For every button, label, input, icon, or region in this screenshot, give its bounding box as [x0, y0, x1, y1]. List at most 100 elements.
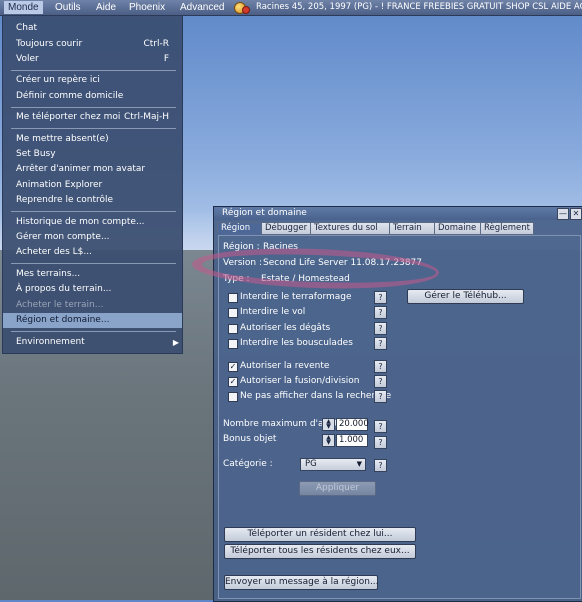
- menu-item-mes-terrains[interactable]: Mes terrains...: [3, 267, 182, 282]
- category-label: Catégorie :: [223, 459, 273, 469]
- menu-item-chat[interactable]: Chat: [3, 21, 182, 36]
- type-value: Estate / Homestead: [261, 274, 350, 284]
- menu-item-animation-explorer[interactable]: Animation Explorer: [3, 178, 182, 193]
- checkbox-label: Autoriser les dégâts: [240, 323, 331, 333]
- menu-item-historique-compte[interactable]: Historique de mon compte...: [3, 215, 182, 230]
- menu-outils[interactable]: Outils: [51, 1, 85, 14]
- menu-item-set-busy[interactable]: Set Busy: [3, 147, 182, 162]
- menu-separator: [11, 211, 176, 212]
- manage-telehub-button[interactable]: Gérer le Téléhub...: [407, 289, 524, 304]
- tab-textures-du-sol[interactable]: Textures du sol: [310, 222, 390, 235]
- no-push-icon[interactable]: [242, 6, 250, 14]
- max-avatars-label: Nombre maximum d'avat: [223, 419, 338, 429]
- version-value: Second Life Server 11.08.17.23877: [263, 258, 423, 268]
- teleport-resident-home-button[interactable]: Téléporter un résident chez lui...: [224, 527, 416, 542]
- checkbox-interdire-vol[interactable]: [228, 308, 238, 318]
- menu-item-label: Créer un repère ici: [16, 75, 100, 85]
- menu-item-label: Mes terrains...: [16, 269, 81, 279]
- menu-aide[interactable]: Aide: [92, 1, 120, 14]
- menu-item-toujours-courir[interactable]: Toujours courir Ctrl-R: [3, 37, 182, 52]
- menu-item-arreter-animer[interactable]: Arrêter d'animer mon avatar: [3, 162, 182, 177]
- menu-item-label: Set Busy: [16, 149, 56, 159]
- help-icon[interactable]: ?: [374, 306, 387, 319]
- menu-advanced[interactable]: Advanced: [176, 1, 228, 14]
- menu-item-teleporter-chez-moi[interactable]: Me téléporter chez moi Ctrl-Maj-H: [3, 110, 182, 125]
- send-region-message-button[interactable]: Envoyer un message à la région...: [224, 575, 379, 590]
- apply-button[interactable]: Appliquer: [299, 481, 376, 496]
- menu-separator: [11, 70, 176, 71]
- max-avatars-stepper[interactable]: ▲ ▼: [322, 418, 335, 431]
- bonus-objet-input[interactable]: 1.000: [336, 434, 368, 447]
- version-label: Version :: [223, 258, 262, 268]
- bonus-objet-stepper[interactable]: ▲ ▼: [322, 434, 335, 447]
- checkbox-ne-pas-afficher-recherche[interactable]: [228, 392, 238, 402]
- minimize-icon[interactable]: —: [557, 208, 569, 220]
- tab-reglement[interactable]: Règlement: [480, 222, 534, 235]
- help-icon[interactable]: ?: [374, 375, 387, 388]
- tab-region[interactable]: Région: [217, 222, 262, 235]
- menu-item-a-propos-terrain[interactable]: À propos du terrain...: [3, 282, 182, 297]
- help-icon[interactable]: ?: [374, 291, 387, 304]
- menu-separator: [11, 107, 176, 108]
- menu-item-absent[interactable]: Me mettre absent(e): [3, 132, 182, 147]
- menu-item-label: Environnement: [16, 337, 85, 347]
- menu-item-creer-repere[interactable]: Créer un repère ici: [3, 73, 182, 88]
- menu-item-gerer-compte[interactable]: Gérer mon compte...: [3, 230, 182, 245]
- menu-item-environnement[interactable]: Environnement ▶: [3, 335, 182, 350]
- menu-item-label: Acheter le terrain...: [16, 300, 104, 310]
- monde-menu-dropdown: Chat Toujours courir Ctrl-R Voler F Créer …: [2, 16, 183, 354]
- menu-item-label: Reprendre le contrôle: [16, 195, 114, 205]
- menu-item-label: Historique de mon compte...: [16, 217, 145, 227]
- tab-terrain[interactable]: Terrain: [389, 222, 435, 235]
- menu-item-shortcut: F: [163, 54, 169, 64]
- help-icon[interactable]: ?: [374, 360, 387, 373]
- menu-separator: [11, 263, 176, 264]
- help-icon[interactable]: ?: [374, 322, 387, 335]
- checkbox-interdire-terraformage[interactable]: [228, 293, 238, 303]
- menu-item-definir-domicile[interactable]: Définir comme domicile: [3, 89, 182, 104]
- tab-debugger[interactable]: Débugger: [261, 222, 311, 235]
- help-icon[interactable]: ?: [374, 459, 387, 472]
- help-icon[interactable]: ?: [374, 436, 387, 449]
- checkbox-label: Ne pas afficher dans la recherche: [240, 391, 392, 401]
- checkbox-label: Interdire les bousculades: [240, 338, 353, 348]
- menu-item-label: Animation Explorer: [16, 180, 103, 190]
- menu-item-acheter-ls[interactable]: Acheter des L$...: [3, 245, 182, 260]
- category-value: PG: [305, 459, 317, 469]
- menu-item-label: Acheter des L$...: [16, 247, 92, 257]
- help-icon[interactable]: ?: [374, 337, 387, 350]
- checkbox-label: Autoriser la revente: [240, 361, 330, 371]
- menu-item-voler[interactable]: Voler F: [3, 52, 182, 67]
- menu-item-label: Chat: [16, 23, 38, 33]
- max-avatars-input[interactable]: 20.000: [336, 418, 369, 431]
- checkbox-autoriser-fusion-division[interactable]: ✓: [228, 377, 238, 387]
- menu-item-shortcut: Ctrl-R: [143, 39, 169, 49]
- teleport-all-residents-home-button[interactable]: Téléporter tous les résidents chez eux..…: [224, 544, 416, 559]
- menu-item-label: Toujours courir: [16, 39, 83, 49]
- close-icon[interactable]: ✕: [570, 208, 582, 220]
- help-icon[interactable]: ?: [374, 420, 387, 433]
- checkbox-label: Autoriser la fusion/division: [240, 376, 360, 386]
- menu-item-label: Région et domaine...: [16, 315, 110, 325]
- menu-item-label: Voler: [16, 54, 39, 64]
- checkbox-interdire-bousculades[interactable]: [228, 339, 238, 349]
- checkbox-autoriser-degats[interactable]: [228, 324, 238, 334]
- menu-item-label: Arrêter d'animer mon avatar: [16, 164, 146, 174]
- menu-phoenix[interactable]: Phoenix: [125, 1, 169, 14]
- help-icon[interactable]: ?: [374, 390, 387, 403]
- bonus-objet-label: Bonus objet: [223, 434, 277, 444]
- checkbox-label: Interdire le terraformage: [240, 292, 352, 302]
- menu-item-acheter-terrain[interactable]: Acheter le terrain...: [3, 298, 182, 313]
- category-dropdown[interactable]: PG ▼: [300, 458, 366, 471]
- region-label: Région :: [223, 242, 260, 252]
- menu-item-label: Définir comme domicile: [16, 91, 124, 101]
- menu-item-reprendre-controle[interactable]: Reprendre le contrôle: [3, 193, 182, 208]
- tab-domaine[interactable]: Domaine: [434, 222, 481, 235]
- menu-monde[interactable]: Monde: [4, 1, 43, 14]
- location-status-text[interactable]: Racines 45, 205, 1997 (PG) - ! FRANCE FR…: [256, 1, 582, 14]
- type-label: Type :: [223, 274, 250, 284]
- checkbox-autoriser-revente[interactable]: ✓: [228, 362, 238, 372]
- window-titlebar[interactable]: Région et domaine — ✕: [214, 207, 582, 220]
- menu-item-region-domaine[interactable]: Région et domaine...: [3, 313, 182, 328]
- submenu-arrow-icon: ▶: [172, 338, 179, 347]
